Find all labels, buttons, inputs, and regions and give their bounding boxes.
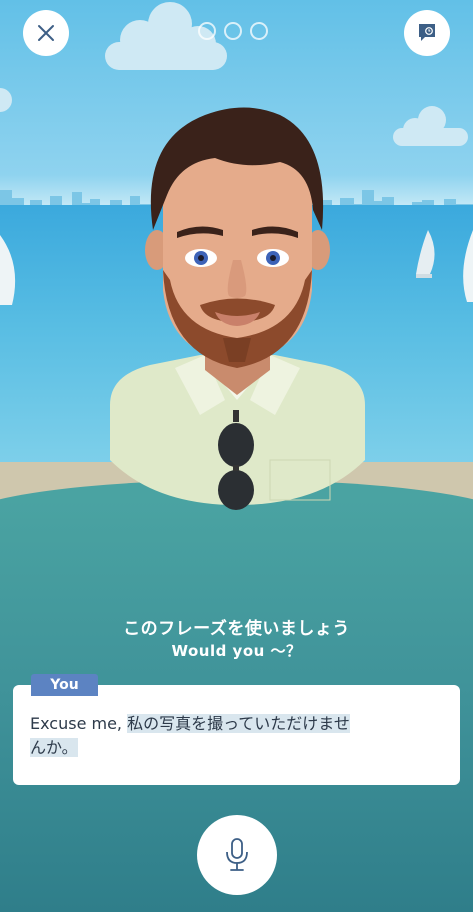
speech-text: Excuse me, xyxy=(30,714,128,733)
speech-text-highlight: んか。 xyxy=(30,738,78,757)
cloud xyxy=(0,88,12,112)
cloud xyxy=(393,106,468,146)
conversation-screen: このフレーズを使いましょう Would you 〜？ Excuse me, 私の… xyxy=(0,0,473,912)
speech-card: Excuse me, 私の写真を撮っていただけませんか。 xyxy=(13,685,460,785)
close-button[interactable] xyxy=(23,10,69,56)
chat-bubble-icon xyxy=(419,24,435,41)
close-icon xyxy=(38,25,54,41)
progress-dot xyxy=(250,22,268,40)
sailboat xyxy=(0,235,16,305)
target-phrase: Would you 〜？ xyxy=(171,642,302,660)
hint-button[interactable] xyxy=(404,10,450,56)
progress-dot xyxy=(224,22,242,40)
phrase-instruction: このフレーズを使いましょう xyxy=(123,619,350,639)
speech-text-highlight: 私の写真を撮っていただけませ xyxy=(127,714,350,733)
microphone-button[interactable] xyxy=(197,815,277,895)
progress-dot xyxy=(198,22,216,40)
avatar-character xyxy=(110,107,365,510)
microphone-icon xyxy=(226,838,248,871)
sailboat xyxy=(416,230,435,278)
speaker-tag: You xyxy=(31,674,98,696)
progress-dots xyxy=(198,22,268,40)
sailboat xyxy=(463,230,473,302)
